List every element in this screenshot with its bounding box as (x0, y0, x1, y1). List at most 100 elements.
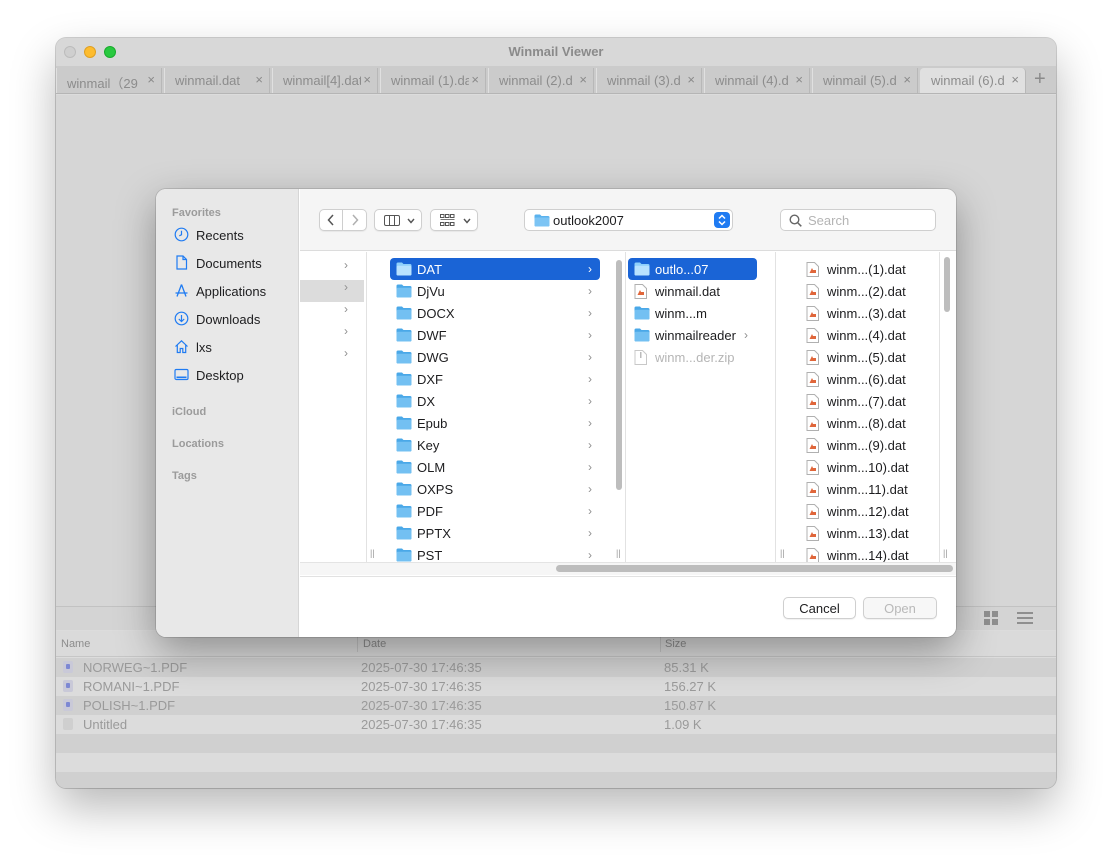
path-popup-button[interactable]: outlook2007 (524, 209, 733, 231)
list-item[interactable]: Key › (390, 434, 600, 456)
column-header-size[interactable]: Size (665, 638, 686, 650)
item-label: OLM (417, 460, 446, 475)
cancel-button[interactable]: Cancel (783, 597, 856, 619)
list-item[interactable]: winm...(3).dat (800, 302, 930, 324)
sidebar-item-recents[interactable]: Recents (174, 225, 292, 247)
list-item[interactable]: winm...(7).dat (800, 390, 930, 412)
list-item[interactable]: DX › (390, 390, 600, 412)
sidebar-item-downloads[interactable]: Downloads (174, 309, 292, 331)
column-divider[interactable] (357, 636, 358, 652)
table-row[interactable]: Untitled 2025-07-30 17:46:35 1.09 K (56, 715, 1056, 734)
table-row (56, 753, 1056, 772)
group-by-selector[interactable] (430, 209, 478, 231)
list-item[interactable]: DXF › (390, 368, 600, 390)
column-resize-handle[interactable]: || (616, 548, 621, 558)
tab-4[interactable]: winmail (1).dat × (380, 68, 486, 93)
tab-6[interactable]: winmail (3).d × (596, 68, 702, 93)
sidebar-item-applications[interactable]: Applications (174, 281, 292, 303)
list-item[interactable]: OXPS › (390, 478, 600, 500)
column-resize-handle[interactable]: || (943, 548, 948, 558)
tab-3[interactable]: winmail[4].dat × (272, 68, 378, 93)
locations-section-label[interactable]: Locations (172, 438, 224, 450)
cell-name: Untitled (83, 717, 128, 732)
list-item[interactable]: Epub › (390, 412, 600, 434)
add-tab-button[interactable]: + (1034, 69, 1046, 89)
list-item[interactable]: winm...(8).dat (800, 412, 930, 434)
search-input[interactable] (808, 213, 928, 228)
tab-9[interactable]: winmail (6).d × (920, 68, 1026, 93)
column-resize-handle[interactable]: || (370, 548, 375, 558)
browser-column-3[interactable]: outlo...07 winmail.dat winm...m winmailread… (628, 252, 768, 562)
list-item[interactable]: winm...(1).dat (800, 258, 930, 280)
tab-close-icon[interactable]: × (903, 72, 911, 87)
list-item[interactable]: winm...11).dat (800, 478, 930, 500)
column-header-name[interactable]: Name (61, 638, 90, 650)
dat-file-icon (806, 460, 819, 478)
search-field[interactable] (780, 209, 936, 231)
tab-5[interactable]: winmail (2).d × (488, 68, 594, 93)
vertical-scrollbar[interactable] (944, 257, 950, 312)
sidebar-item-desktop[interactable]: Desktop (174, 365, 292, 387)
list-item[interactable]: DAT › (390, 258, 600, 280)
list-item[interactable]: DjVu › (390, 280, 600, 302)
tab-close-icon[interactable]: × (687, 72, 695, 87)
list-item[interactable]: winm...(2).dat (800, 280, 930, 302)
forward-button[interactable] (343, 209, 367, 231)
list-item[interactable]: DWF › (390, 324, 600, 346)
grid-view-icon[interactable] (984, 611, 998, 628)
list-item[interactable]: winm...(4).dat (800, 324, 930, 346)
column-divider[interactable] (660, 636, 661, 652)
list-item[interactable]: winm...13).dat (800, 522, 930, 544)
icloud-section-label[interactable]: iCloud (172, 406, 206, 418)
back-button[interactable] (319, 209, 343, 231)
list-item[interactable]: winmailreader › (628, 324, 757, 346)
list-item[interactable]: winm...10).dat (800, 456, 930, 478)
tags-section-label[interactable]: Tags (172, 470, 197, 482)
table-row[interactable]: POLISH~1.PDF 2025-07-30 17:46:35 150.87 K (56, 696, 1056, 715)
list-item[interactable]: outlo...07 (628, 258, 757, 280)
list-item[interactable]: winm...(9).dat (800, 434, 930, 456)
list-item[interactable]: winm...(5).dat (800, 346, 930, 368)
list-view-icon[interactable] (1017, 611, 1033, 628)
item-label: winm...(4).dat (827, 328, 906, 343)
tab-close-icon[interactable]: × (471, 72, 479, 87)
tab-7[interactable]: winmail (4).d × (704, 68, 810, 93)
browser-column-2[interactable]: DAT › DjVu › DOCX › DWF › DWG › DXF › DX › Epub › Key › OL… (382, 252, 622, 562)
tab-close-icon[interactable]: × (579, 72, 587, 87)
table-row[interactable]: ROMANI~1.PDF 2025-07-30 17:46:35 156.27 K (56, 677, 1056, 696)
sidebar-item-lxs[interactable]: lxs (174, 337, 292, 359)
tab-close-icon[interactable]: × (795, 72, 803, 87)
open-button[interactable]: Open (863, 597, 937, 619)
sidebar-item-label: Recents (196, 228, 244, 243)
browser-column-1[interactable]: › › › › › (300, 252, 366, 562)
list-item[interactable]: PDF › (390, 500, 600, 522)
list-item[interactable]: PPTX › (390, 522, 600, 544)
browser-column-4[interactable]: winm...(1).dat winm...(2).dat winm...(3).d… (792, 252, 940, 562)
tab-2[interactable]: winmail.dat × (164, 68, 270, 93)
list-item[interactable]: DOCX › (390, 302, 600, 324)
column-header-date[interactable]: Date (363, 638, 386, 650)
tab-close-icon[interactable]: × (147, 72, 155, 87)
column-resize-handle[interactable]: || (780, 548, 785, 558)
list-item[interactable]: winm...m (628, 302, 757, 324)
tab-1[interactable]: winmail（29 × (56, 68, 162, 93)
sidebar-item-documents[interactable]: Documents (174, 253, 292, 275)
tab-8[interactable]: winmail (5).d × (812, 68, 918, 93)
list-item[interactable]: PST › (390, 544, 600, 562)
list-item[interactable]: winm...der.zip (628, 346, 757, 368)
vertical-scrollbar[interactable] (616, 260, 622, 490)
view-mode-selector[interactable] (374, 209, 422, 231)
list-item[interactable]: winmail.dat (628, 280, 757, 302)
list-item[interactable]: winm...(6).dat (800, 368, 930, 390)
list-item[interactable]: winm...14).dat (800, 544, 930, 562)
tab-close-icon[interactable]: × (1011, 72, 1019, 87)
list-item[interactable]: OLM › (390, 456, 600, 478)
table-row[interactable]: NORWEG~1.PDF 2025-07-30 17:46:35 85.31 K (56, 658, 1056, 677)
cell-size: 150.87 K (664, 698, 717, 713)
tab-label: winmail (4).d (715, 73, 789, 88)
list-item[interactable]: DWG › (390, 346, 600, 368)
list-item[interactable]: winm...12).dat (800, 500, 930, 522)
tab-close-icon[interactable]: × (363, 72, 371, 87)
horizontal-scrollbar[interactable] (556, 565, 953, 572)
tab-close-icon[interactable]: × (255, 72, 263, 87)
